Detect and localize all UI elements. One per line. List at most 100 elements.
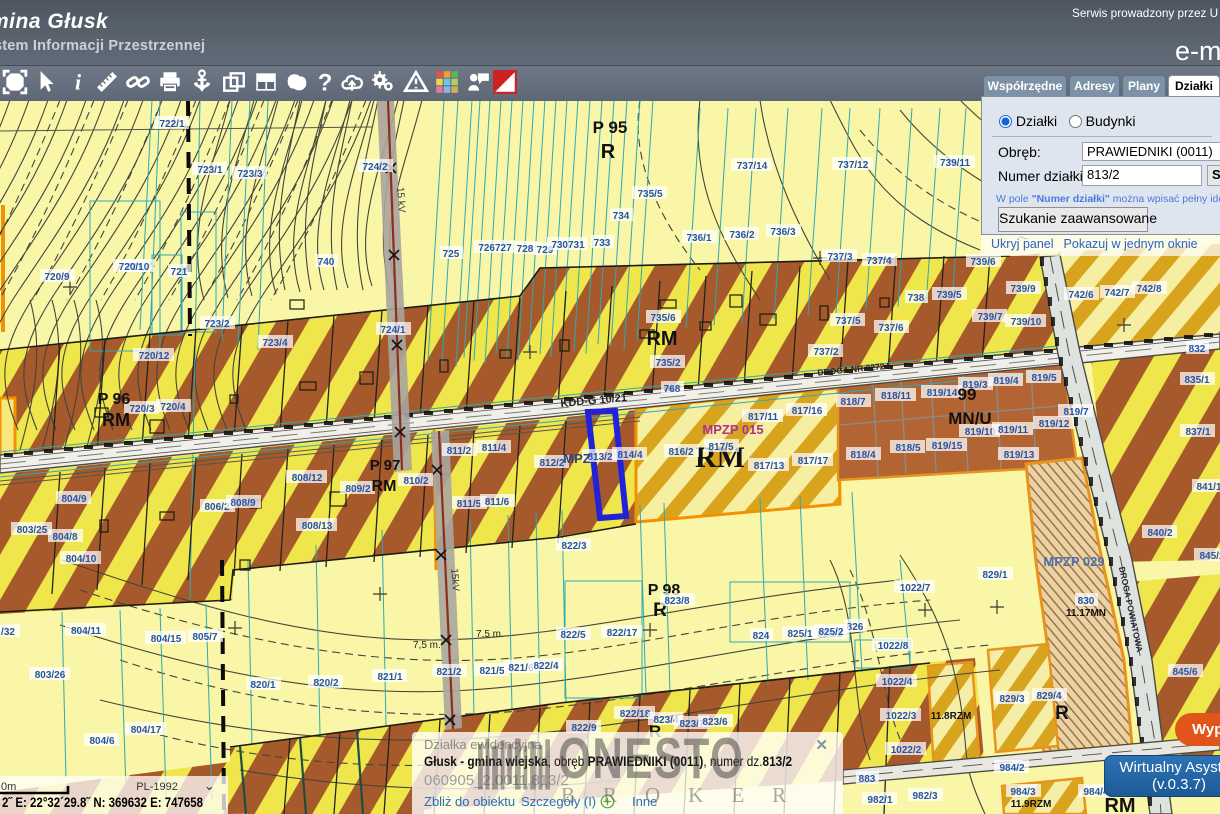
svg-text:821/2: 821/2 [436,667,461,678]
svg-text:804/9: 804/9 [61,494,86,505]
svg-text:739/11: 739/11 [940,158,970,169]
svg-text:99: 99 [958,385,977,404]
svg-text:739/10: 739/10 [1011,317,1042,328]
svg-text:822/17: 822/17 [607,628,638,639]
svg-text:823/8: 823/8 [664,596,689,607]
svg-text:808/13: 808/13 [302,521,333,532]
svg-text:724/2: 724/2 [362,162,387,173]
svg-text:734: 734 [613,211,630,222]
svg-text:726727: 726727 [478,243,512,254]
svg-text:829/1: 829/1 [982,570,1007,581]
svg-text:818/7: 818/7 [840,397,865,408]
svg-text:818/5: 818/5 [895,443,920,454]
svg-text:720/3: 720/3 [129,404,154,415]
svg-text:811/6: 811/6 [485,497,510,508]
svg-text:811/5: 811/5 [457,499,482,510]
svg-text:829/4: 829/4 [1036,691,1061,702]
svg-text:737/12: 737/12 [838,160,869,171]
svg-text:737/4: 737/4 [866,256,891,267]
svg-text:735/2: 735/2 [655,358,680,369]
svg-text:804/17: 804/17 [131,725,162,736]
svg-text:808/12: 808/12 [292,473,323,484]
svg-text:739/7: 739/7 [977,312,1002,323]
svg-text:RM: RM [102,410,130,430]
svg-text:736/3: 736/3 [770,227,795,238]
svg-text:819/4: 819/4 [993,376,1018,387]
svg-text:1022/7: 1022/7 [900,583,931,594]
svg-text:819/7: 819/7 [1063,407,1088,418]
svg-text:804/8: 804/8 [52,532,77,543]
svg-text:MN/U: MN/U [948,409,991,428]
svg-text:819/15: 819/15 [932,441,963,452]
svg-text:MPZ: MPZ [563,451,591,466]
svg-text:736/2: 736/2 [729,230,754,241]
svg-text:739/6: 739/6 [970,257,995,268]
svg-text:7,5 m.: 7,5 m. [413,640,441,651]
svg-text:805/7: 805/7 [192,632,217,643]
svg-text:829/3: 829/3 [999,694,1024,705]
svg-text:825/2: 825/2 [818,627,843,638]
svg-text:R: R [601,141,616,163]
svg-text:819/12: 819/12 [1039,419,1070,430]
svg-text:737/6: 737/6 [878,323,903,334]
svg-text:814/4: 814/4 [617,450,642,461]
svg-text:MPZP 029: MPZP 029 [1043,554,1104,569]
svg-text:803/25: 803/25 [17,525,48,536]
svg-text:819/14: 819/14 [927,388,958,399]
svg-text:?: ? [318,70,333,95]
svg-text:824: 824 [753,631,770,642]
svg-text:817/13: 817/13 [754,461,785,472]
svg-text:RM: RM [1104,795,1135,814]
svg-text:984/3: 984/3 [1010,787,1035,798]
svg-text:742/6: 742/6 [1068,290,1093,301]
svg-text:817/5: 817/5 [708,442,733,453]
svg-text:724/1: 724/1 [380,325,405,336]
svg-text:804/6: 804/6 [89,736,114,747]
svg-text:841/1: 841/1 [1196,482,1220,493]
svg-text:822/5: 822/5 [560,630,585,641]
svg-text:730731: 730731 [551,240,585,251]
svg-text:740: 740 [318,257,335,268]
svg-text:819/5: 819/5 [1031,373,1056,384]
svg-text:7,5 m.: 7,5 m. [476,629,504,640]
svg-text:720/9: 720/9 [44,272,69,283]
svg-text:15kV: 15kV [448,568,461,592]
svg-text:15 kV: 15 kV [394,187,407,214]
svg-text:721: 721 [171,267,188,278]
svg-text:737/2: 737/2 [813,347,838,358]
svg-text:720/12: 720/12 [139,351,170,362]
svg-text:817/17: 817/17 [798,456,829,467]
svg-text:/32: /32 [1,627,15,638]
svg-text:736/1: 736/1 [686,233,711,244]
svg-text:723/1: 723/1 [197,165,222,176]
svg-text:MPZP 015: MPZP 015 [702,422,763,437]
svg-text:720/4: 720/4 [160,402,185,413]
svg-text:821/5: 821/5 [479,666,504,677]
svg-text:723/2: 723/2 [204,319,229,330]
svg-text:840/2: 840/2 [1147,528,1172,539]
svg-text:803/26: 803/26 [35,670,66,681]
svg-text:739/9: 739/9 [1010,284,1035,295]
svg-text:811/4: 811/4 [482,443,507,454]
svg-text:809/2: 809/2 [345,484,370,495]
svg-text:722/1: 722/1 [159,119,184,130]
svg-text:RM: RM [646,328,677,350]
svg-text:723/4: 723/4 [262,338,287,349]
svg-text:1022/8: 1022/8 [878,641,909,652]
svg-text:820/1: 820/1 [250,680,275,691]
svg-text:804/15: 804/15 [151,634,182,645]
svg-text:811/2: 811/2 [447,446,472,457]
svg-text:i: i [75,71,81,95]
svg-text:812/2: 812/2 [539,458,564,469]
svg-text:819/10: 819/10 [965,427,996,438]
svg-text:830: 830 [1078,596,1095,607]
svg-text:821/1: 821/1 [377,672,402,683]
svg-text:1022/2: 1022/2 [891,745,922,756]
svg-text:R: R [1055,703,1069,724]
svg-text:818/11: 818/11 [881,391,911,402]
svg-text:728: 728 [517,244,534,255]
svg-text:738: 738 [908,293,925,304]
svg-text:825/1: 825/1 [787,629,812,640]
svg-text:818/4: 818/4 [850,450,875,461]
svg-text:804/11: 804/11 [71,626,101,637]
